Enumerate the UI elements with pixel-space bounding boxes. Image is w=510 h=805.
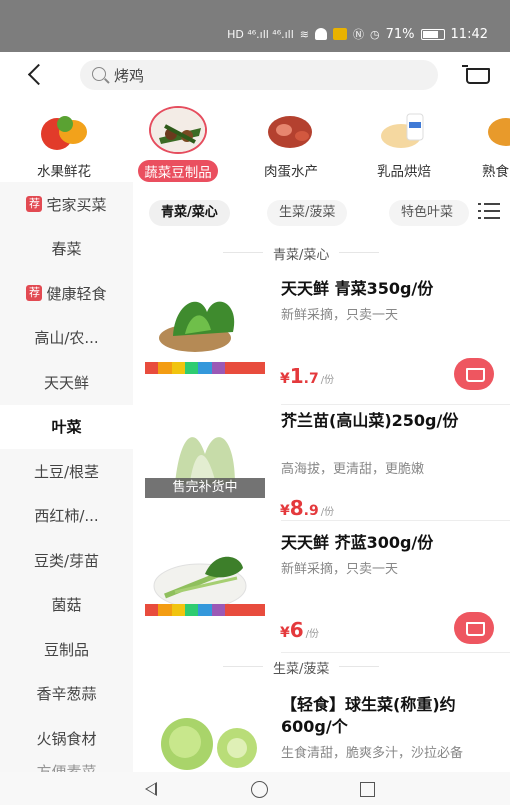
sidebar-item-label: 香辛葱蒜: [36, 685, 97, 704]
category-meat[interactable]: 肉蛋水产: [245, 106, 337, 180]
sidebar-item-mushroom[interactable]: 菌菇: [0, 583, 133, 628]
sidebar-item-label: 高山/农...: [34, 329, 99, 348]
product-price: ¥1.7/份: [280, 364, 335, 388]
nav-home-icon[interactable]: [251, 781, 268, 798]
status-icons: HD ⁴⁶.ıll ⁴⁶.ıll ≋ Ⓝ ◷ 71% 11:42: [227, 26, 488, 42]
search-input[interactable]: 烤鸡: [80, 60, 438, 90]
vegetable-icon: [149, 106, 207, 154]
sidebar-item-spring-veg[interactable]: 春菜: [0, 227, 133, 272]
category-strip: 水果鲜花 蔬菜豆制品 肉蛋水产 乳品烘焙 熟食: [0, 98, 510, 182]
sidebar-item-spices[interactable]: 香辛葱蒜: [0, 672, 133, 717]
add-to-cart-button[interactable]: [454, 612, 494, 644]
product-title: 天天鲜 芥蓝300g/份: [281, 533, 434, 552]
recommend-badge: 荐: [26, 285, 43, 302]
sidebar-item-healthy[interactable]: 荐健康轻食: [0, 271, 133, 316]
sold-out-overlay: 售完补货中: [145, 478, 265, 498]
app-notification-icon: [333, 28, 348, 40]
tab-special[interactable]: 特色叶菜: [389, 200, 469, 226]
product-price: ¥8.9/份: [280, 496, 335, 520]
sidebar-categories: 荐宅家买菜 春菜 荐健康轻食 高山/农... 天天鲜 叶菜 土豆/根茎 西红柿/…: [0, 182, 133, 772]
sidebar-item-hotpot[interactable]: 火锅食材: [0, 716, 133, 761]
product-image: [145, 538, 265, 633]
sidebar-item-daily-fresh[interactable]: 天天鲜: [0, 360, 133, 405]
tab-lettuce[interactable]: 生菜/菠菜: [267, 200, 348, 226]
search-icon: [92, 67, 106, 81]
clock: 11:42: [450, 26, 488, 42]
add-to-cart-button[interactable]: [454, 358, 494, 390]
category-dairy[interactable]: 乳品烘焙: [358, 106, 450, 180]
nav-recents-icon[interactable]: [360, 782, 375, 797]
product-title: 天天鲜 青菜350g/份: [281, 279, 434, 298]
divider: [281, 652, 510, 653]
sidebar-item-tomato[interactable]: 西红柿/...: [0, 494, 133, 539]
battery-percent: 71%: [385, 26, 415, 42]
status-bar: HD ⁴⁶.ıll ⁴⁶.ıll ≋ Ⓝ ◷ 71% 11:42: [0, 0, 510, 52]
sidebar-item-label: 天天鲜: [43, 373, 89, 392]
sidebar-item-highland[interactable]: 高山/农...: [0, 316, 133, 361]
sidebar-item-label: 宅家买菜: [46, 195, 107, 214]
brand-strip: [145, 362, 265, 374]
dairy-icon: [375, 106, 433, 154]
sidebar-item-label: 豆类/芽苗: [33, 551, 100, 570]
nfc-icon: Ⓝ: [353, 28, 365, 41]
subcategory-tabs: 青菜/菜心 生菜/菠菜 特色叶菜: [133, 200, 510, 226]
product-description: 新鲜采摘，只卖一天: [281, 562, 399, 577]
category-label: 水果鲜花: [37, 164, 91, 180]
section-title: 青菜/菜心: [222, 244, 381, 263]
sidebar-item-homebuy[interactable]: 荐宅家买菜: [0, 182, 133, 227]
category-fruit[interactable]: 水果鲜花: [18, 106, 110, 180]
sidebar-item-label: 豆制品: [43, 640, 89, 659]
product-image: [145, 700, 265, 772]
shopping-cart-icon[interactable]: [462, 62, 490, 86]
product-title: 【轻食】球生菜(称重)约600g/个: [281, 695, 456, 736]
sidebar-item-label: 西红柿/...: [34, 507, 99, 526]
category-label: 乳品烘焙: [377, 164, 431, 180]
divider: [281, 404, 510, 405]
sidebar-item-potato[interactable]: 土豆/根茎: [0, 449, 133, 494]
header: 烤鸡: [0, 52, 510, 98]
fruit-icon: [35, 106, 93, 154]
system-navigation-bar: [0, 772, 510, 805]
product-list: 青菜/菜心 生菜/菠菜 特色叶菜 青菜/菜心 天天鲜 青菜350g/份 新鲜采摘…: [133, 182, 510, 772]
category-vegetable[interactable]: 蔬菜豆制品: [132, 106, 224, 182]
signal-icon: HD ⁴⁶.ıll ⁴⁶.ıll: [227, 27, 294, 41]
divider: [281, 520, 510, 521]
sidebar-item-label: 土豆/根茎: [33, 462, 100, 481]
product-description: 高海拔，更清甜，更脆嫩: [281, 462, 425, 477]
battery-icon: [420, 28, 445, 40]
sidebar-item-label: 火锅食材: [36, 729, 97, 748]
product-description: 新鲜采摘，只卖一天: [281, 308, 399, 323]
category-deli[interactable]: 熟食: [472, 106, 510, 180]
meat-icon: [262, 106, 320, 154]
sidebar-item-label: 春菜: [51, 240, 82, 259]
category-label: 蔬菜豆制品: [138, 160, 218, 182]
notification-icon: [315, 28, 328, 40]
search-query-text: 烤鸡: [114, 67, 145, 85]
sidebar-item-convenience[interactable]: 方便素菜: [0, 761, 133, 773]
sidebar-item-label: 菌菇: [51, 596, 82, 615]
sidebar-item-label: 健康轻食: [46, 284, 107, 303]
tab-qingcai[interactable]: 青菜/菜心: [149, 200, 230, 226]
deli-icon: [484, 106, 510, 154]
sidebar-item-tofu[interactable]: 豆制品: [0, 627, 133, 672]
menu-icon[interactable]: [478, 202, 500, 220]
back-arrow-icon[interactable]: [26, 62, 48, 86]
sidebar-item-label: 方便素菜: [36, 762, 97, 773]
nav-back-icon[interactable]: [145, 782, 157, 796]
sidebar-item-label: 叶菜: [51, 418, 82, 437]
wifi-icon: ≋: [299, 27, 310, 41]
product-title: 芥兰苗(高山菜)250g/份: [281, 411, 459, 430]
sidebar-item-leafy[interactable]: 叶菜: [0, 404, 133, 449]
product-description: 生食清甜，脆爽多汁，沙拉必备: [281, 746, 464, 761]
category-label: 肉蛋水产: [264, 164, 318, 180]
brand-strip: [145, 604, 265, 616]
category-label: 熟食: [482, 164, 509, 180]
product-price: ¥6/份: [280, 618, 320, 642]
section-title: 生菜/菠菜: [222, 658, 381, 677]
alarm-icon: ◷: [370, 27, 380, 41]
sidebar-item-beans[interactable]: 豆类/芽苗: [0, 538, 133, 583]
recommend-badge: 荐: [26, 196, 43, 213]
